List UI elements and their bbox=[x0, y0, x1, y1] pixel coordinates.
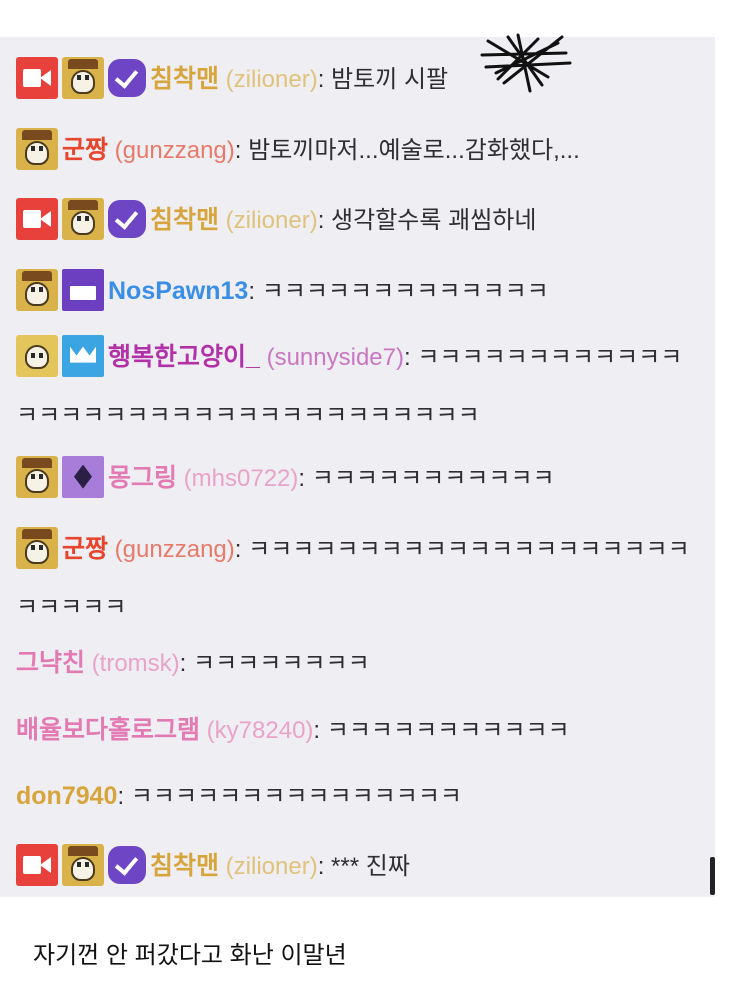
chat-separator: : bbox=[179, 650, 194, 677]
chat-separator: : bbox=[234, 536, 249, 563]
chat-separator: : bbox=[317, 853, 332, 880]
chat-login-name[interactable]: (tromsk) bbox=[85, 650, 180, 677]
chat-separator: : bbox=[298, 465, 312, 492]
chat-message: 침착맨 (zilioner): 밤토끼 시팔 bbox=[16, 50, 691, 109]
chat-login-name[interactable]: (sunnyside7) bbox=[260, 344, 404, 371]
skull-badge-icon[interactable] bbox=[62, 56, 104, 99]
chat-message: 몽그링 (mhs0722): ㅋㅋㅋㅋㅋㅋㅋㅋㅋㅋㅋ bbox=[16, 449, 691, 508]
camera-icon[interactable] bbox=[16, 843, 58, 886]
chat-separator: : bbox=[117, 783, 131, 810]
chat-login-name[interactable]: (zilioner) bbox=[219, 853, 318, 880]
verified-icon[interactable] bbox=[108, 845, 146, 884]
chat-message-text: ㅋㅋㅋㅋㅋㅋㅋㅋㅋㅋㅋㅋㅋ bbox=[261, 278, 549, 305]
chat-message-text: ㅋㅋㅋㅋㅋㅋㅋㅋㅋㅋㅋㅋㅋㅋㅋ bbox=[130, 783, 462, 810]
skull-badge-icon[interactable] bbox=[16, 526, 58, 569]
chat-login-name[interactable]: (zilioner) bbox=[219, 66, 318, 93]
chat-message-text: ㅋㅋㅋㅋㅋㅋㅋㅋ bbox=[193, 650, 370, 677]
chat-username[interactable]: NosPawn13 bbox=[108, 277, 248, 305]
chat-username[interactable]: 침착맨 bbox=[150, 852, 219, 880]
chat-message: 군짱 (gunzzang): 밤토끼마저...예술로...감화했다,... bbox=[16, 121, 691, 180]
chat-username[interactable]: 군짱 bbox=[62, 136, 108, 164]
skull-badge-icon[interactable] bbox=[62, 197, 104, 240]
chat-username[interactable]: 그냑친 bbox=[16, 649, 85, 677]
chat-username[interactable]: 배율보다홀로그램 bbox=[16, 716, 200, 744]
chat-username[interactable]: 침착맨 bbox=[150, 65, 219, 93]
chat-username[interactable]: 군짱 bbox=[62, 535, 108, 563]
chat-message: 침착맨 (zilioner): 생각할수록 괘씸하네 bbox=[16, 191, 691, 250]
camera-icon[interactable] bbox=[16, 197, 58, 240]
skull-badge-icon[interactable] bbox=[16, 127, 58, 170]
chat-message-text: 밤토끼 시팔 bbox=[331, 66, 449, 93]
crown-badge-icon[interactable] bbox=[62, 334, 104, 377]
chat-message-text: ㅋㅋㅋㅋㅋㅋㅋㅋㅋㅋㅋ bbox=[326, 717, 570, 744]
chat-login-name[interactable]: (mhs0722) bbox=[177, 465, 299, 492]
chat-separator: : bbox=[234, 137, 249, 164]
chat-username[interactable]: 몽그링 bbox=[108, 464, 177, 492]
chat-message: 그냑친 (tromsk): ㅋㅋㅋㅋㅋㅋㅋㅋ bbox=[16, 634, 691, 693]
chat-separator: : bbox=[317, 207, 332, 234]
scrollbar-thumb[interactable] bbox=[710, 857, 715, 895]
chat-message-text: *** 진짜 bbox=[331, 853, 410, 880]
chat-login-name[interactable]: (gunzzang) bbox=[108, 137, 235, 164]
chat-message: 행복한고양이_ (sunnyside7): ㅋㅋㅋㅋㅋㅋㅋㅋㅋㅋㅋㅋㅋㅋㅋㅋㅋㅋ… bbox=[16, 328, 691, 445]
chat-separator: : bbox=[313, 717, 327, 744]
subscriber-purple-icon[interactable] bbox=[62, 268, 104, 311]
chat-message-text: 밤토끼마저...예술로...감화했다,... bbox=[248, 137, 580, 164]
chat-login-name[interactable]: (zilioner) bbox=[219, 207, 318, 234]
chat-message: NosPawn13: ㅋㅋㅋㅋㅋㅋㅋㅋㅋㅋㅋㅋㅋ bbox=[16, 262, 691, 321]
chat-message-text: 생각할수록 괘씸하네 bbox=[331, 207, 537, 234]
chat-message: don7940: ㅋㅋㅋㅋㅋㅋㅋㅋㅋㅋㅋㅋㅋㅋㅋ bbox=[16, 767, 691, 826]
camera-icon[interactable] bbox=[16, 56, 58, 99]
skull-badge-icon[interactable] bbox=[16, 334, 58, 377]
chat-username[interactable]: 행복한고양이_ bbox=[108, 343, 260, 371]
scribble-overlay bbox=[480, 33, 572, 93]
chat-message-text: ㅋㅋㅋㅋㅋㅋㅋㅋㅋㅋㅋ bbox=[311, 465, 555, 492]
skull-badge-icon[interactable] bbox=[62, 843, 104, 886]
image-caption: 자기껀 안 퍼갔다고 화난 이말년 bbox=[33, 942, 347, 969]
chat-message: 군짱 (gunzzang): ㅋㅋㅋㅋㅋㅋㅋㅋㅋㅋㅋㅋㅋㅋㅋㅋㅋㅋㅋㅋㅋㅋㅋㅋㅋ bbox=[16, 520, 691, 637]
chat-separator: : bbox=[403, 344, 418, 371]
chat-username[interactable]: 침착맨 bbox=[150, 206, 219, 234]
chat-login-name[interactable]: (gunzzang) bbox=[108, 536, 235, 563]
chat-separator: : bbox=[317, 66, 332, 93]
skull-badge-icon[interactable] bbox=[16, 268, 58, 311]
verified-icon[interactable] bbox=[108, 58, 146, 97]
gem-badge-icon[interactable] bbox=[62, 455, 104, 498]
chat-username[interactable]: don7940 bbox=[16, 782, 117, 810]
chat-message: 침착맨 (zilioner): *** 진짜 bbox=[16, 837, 691, 896]
chat-separator: : bbox=[248, 278, 262, 305]
verified-icon[interactable] bbox=[108, 199, 146, 238]
chat-message: 배율보다홀로그램 (ky78240): ㅋㅋㅋㅋㅋㅋㅋㅋㅋㅋㅋ bbox=[16, 701, 691, 760]
skull-badge-icon[interactable] bbox=[16, 455, 58, 498]
chat-panel: 침착맨 (zilioner): 밤토끼 시팔군짱 (gunzzang): 밤토끼… bbox=[0, 37, 715, 897]
chat-login-name[interactable]: (ky78240) bbox=[200, 717, 314, 744]
